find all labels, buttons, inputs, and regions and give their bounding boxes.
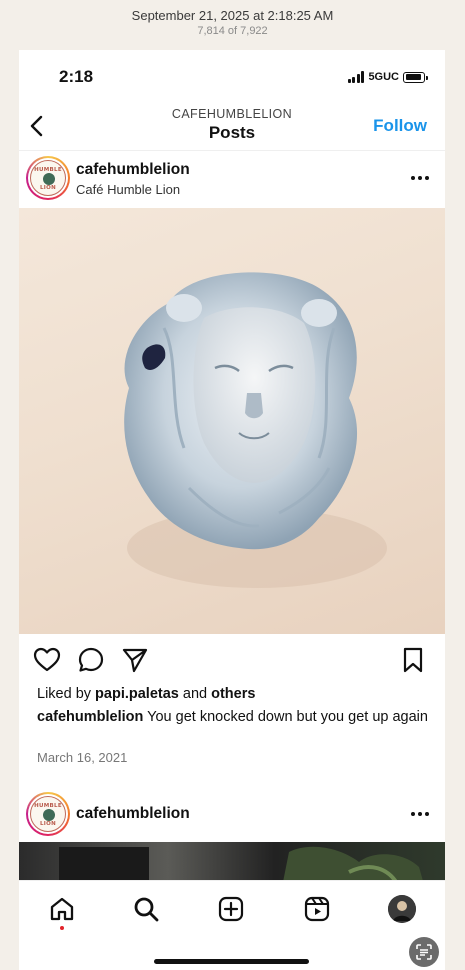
follow-button[interactable]: Follow	[373, 116, 427, 136]
post-header: HUMBLE LION cafehumblelion Café Humble L…	[19, 152, 445, 206]
home-indicator	[154, 959, 309, 964]
home-icon[interactable]	[48, 895, 76, 923]
next-post-header: HUMBLE LION cafehumblelion	[19, 788, 445, 842]
post-subtitle[interactable]: Café Humble Lion	[76, 182, 180, 197]
lion-head-sculpture	[124, 272, 387, 588]
post-photo[interactable]	[19, 208, 445, 634]
post-username[interactable]: cafehumblelion	[76, 161, 190, 179]
top-nav: CAFEHUMBLELION Posts Follow	[19, 102, 445, 151]
status-time: 2:18	[59, 67, 94, 86]
create-icon[interactable]	[217, 895, 245, 923]
post-caption: cafehumblelion You get knocked down but …	[37, 708, 432, 727]
likes-others-link[interactable]: others	[211, 686, 255, 702]
notification-dot	[60, 926, 64, 930]
avatar[interactable]: HUMBLE LION	[26, 156, 70, 200]
network-type: 5GUC	[368, 71, 399, 83]
status-bar: 2:18 5GUC	[19, 50, 445, 102]
photos-header: September 21, 2025 at 2:18:25 AM 7,814 o…	[0, 0, 465, 48]
likes-summary: Liked by papi.paletas and others	[37, 686, 256, 702]
signal-icon	[347, 71, 365, 83]
search-icon[interactable]	[132, 895, 160, 923]
live-text-icon[interactable]	[409, 937, 439, 967]
humble-lion-logo: HUMBLE LION	[30, 160, 66, 196]
reels-icon[interactable]	[303, 895, 331, 923]
humble-lion-logo: HUMBLE LION	[30, 796, 66, 832]
heart-icon[interactable]	[33, 646, 61, 674]
battery-icon	[403, 71, 428, 83]
phone-screen: 2:18 5GUC CAFEHUMBLELION Posts Follow HU…	[19, 50, 445, 970]
photo-count: 7,814 of 7,922	[197, 25, 268, 37]
avatar[interactable]: HUMBLE LION	[26, 792, 70, 836]
next-post-username[interactable]: cafehumblelion	[76, 805, 190, 823]
bookmark-icon[interactable]	[399, 646, 427, 674]
caption-text: You get knocked down but you get up agai…	[147, 709, 428, 725]
photo-date: September 21, 2025 at 2:18:25 AM	[131, 8, 334, 23]
status-indicators: 5GUC	[347, 70, 428, 84]
profile-avatar[interactable]	[388, 895, 416, 923]
post-date: March 16, 2021	[37, 750, 128, 765]
comment-icon[interactable]	[77, 646, 105, 674]
bottom-tab-bar	[19, 880, 445, 970]
more-options-icon[interactable]	[411, 176, 429, 182]
share-icon[interactable]	[121, 646, 149, 674]
post-actions	[19, 642, 445, 682]
liked-by-user[interactable]: papi.paletas	[95, 686, 179, 702]
more-options-icon[interactable]	[411, 812, 429, 818]
caption-username[interactable]: cafehumblelion	[37, 709, 143, 725]
